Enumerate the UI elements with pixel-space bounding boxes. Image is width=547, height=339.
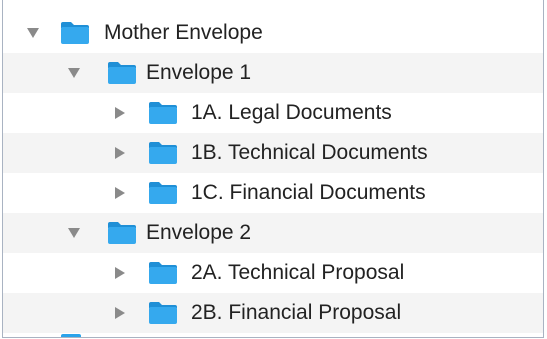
folder-icon xyxy=(149,302,177,324)
tree-item-label: Envelope 2 xyxy=(146,221,252,244)
folder-icon xyxy=(108,62,136,84)
tree-row-envelope-2[interactable]: Envelope 2 xyxy=(3,213,543,253)
disclosure-collapsed-icon[interactable] xyxy=(115,267,125,279)
folder-icon xyxy=(149,142,177,164)
disclosure-collapsed-icon[interactable] xyxy=(115,107,125,119)
tree-row-mother-envelope[interactable]: Mother Envelope xyxy=(3,13,543,53)
tree-row-1a-legal-documents[interactable]: 1A. Legal Documents xyxy=(3,93,543,133)
tree-row-2a-technical-proposal[interactable]: 2A. Technical Proposal xyxy=(3,253,543,293)
tree-item-label: 2B. Financial Proposal xyxy=(191,301,402,324)
disclosure-expanded-icon[interactable] xyxy=(68,228,80,238)
folder-icon xyxy=(108,222,136,244)
tree-row-1c-financial-documents[interactable]: 1C. Financial Documents xyxy=(3,173,543,213)
tree-row-2b-financial-proposal[interactable]: 2B. Financial Proposal xyxy=(3,293,543,333)
tree-item-label: Envelope 1 xyxy=(146,61,252,84)
folder-icon-partial xyxy=(61,334,81,337)
disclosure-collapsed-icon[interactable] xyxy=(115,187,125,199)
disclosure-collapsed-icon[interactable] xyxy=(115,147,125,159)
folder-icon xyxy=(61,22,89,44)
disclosure-expanded-icon[interactable] xyxy=(27,28,39,38)
disclosure-expanded-icon[interactable] xyxy=(68,68,80,78)
tree-row-1b-technical-documents[interactable]: 1B. Technical Documents xyxy=(3,133,543,173)
folder-icon xyxy=(149,262,177,284)
tree-item-label: Mother Envelope xyxy=(104,21,263,44)
folder-icon xyxy=(149,182,177,204)
tree-row-envelope-1[interactable]: Envelope 1 xyxy=(3,53,543,93)
disclosure-collapsed-icon[interactable] xyxy=(115,307,125,319)
outline-view: Mother Envelope Envelope 1 1A. Legal Doc… xyxy=(2,0,544,338)
tree-item-label: 1B. Technical Documents xyxy=(191,141,428,164)
tree-item-label: 2A. Technical Proposal xyxy=(191,261,405,284)
folder-icon xyxy=(149,102,177,124)
tree-item-label: 1C. Financial Documents xyxy=(191,181,426,204)
tree-item-label: 1A. Legal Documents xyxy=(191,101,392,124)
